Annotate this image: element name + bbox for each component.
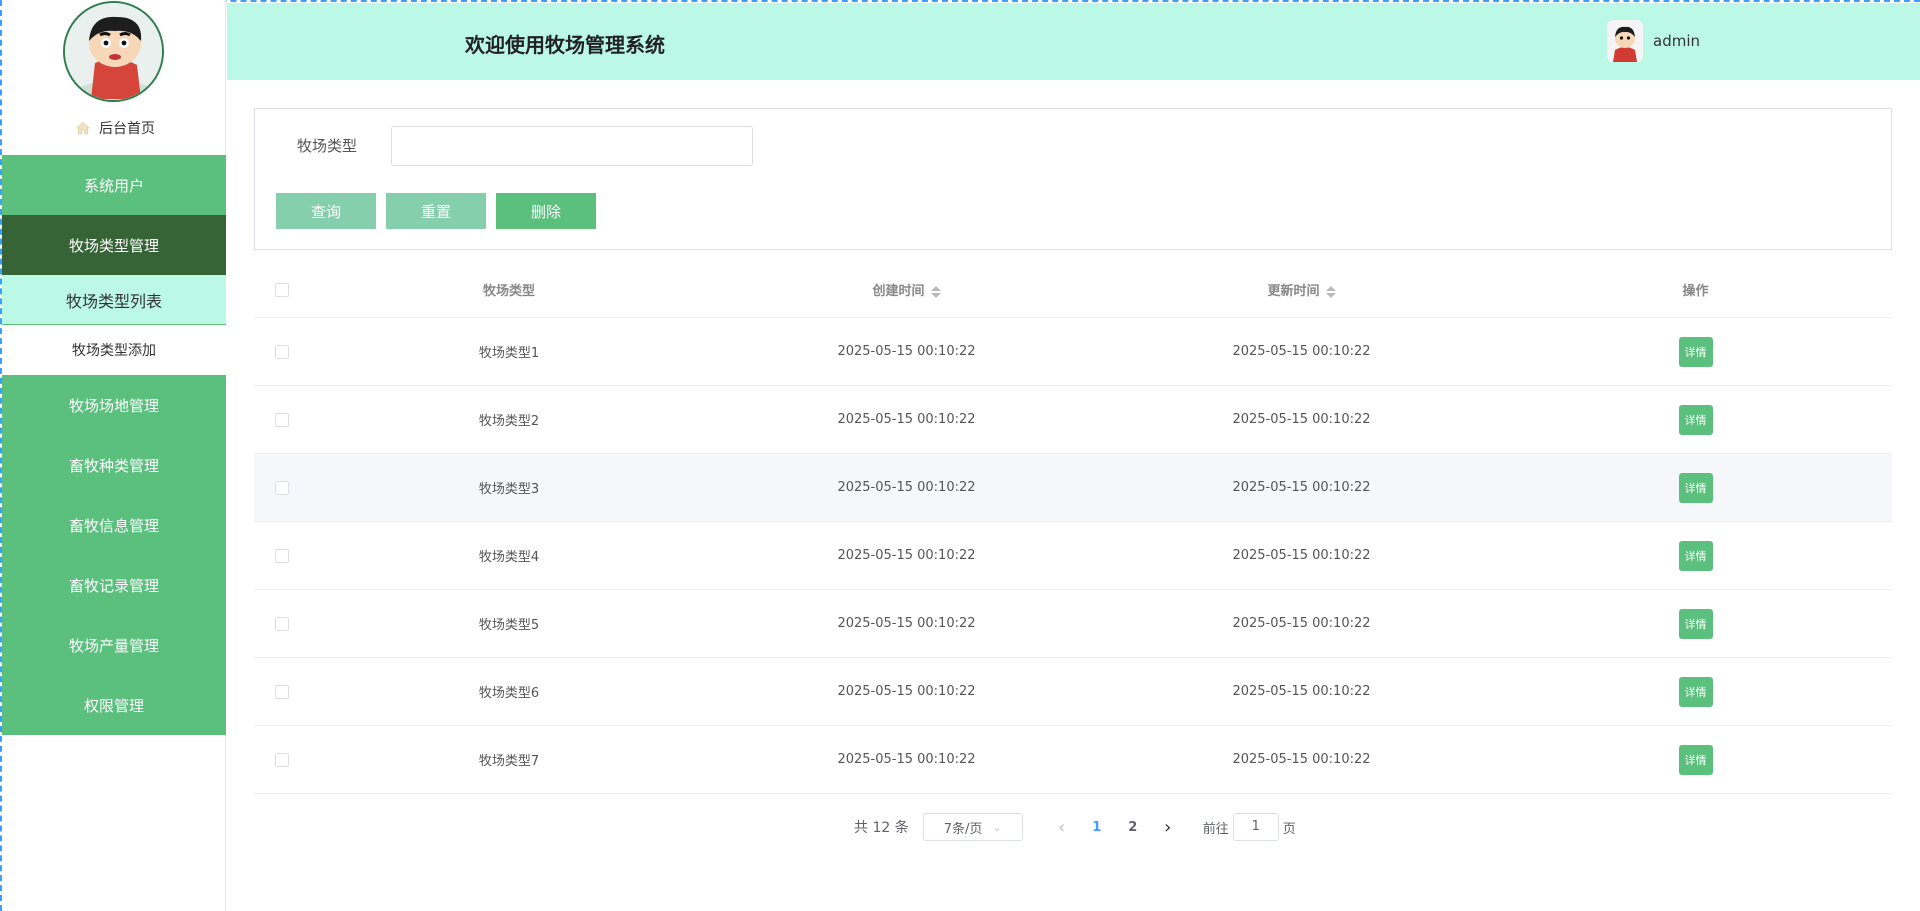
- table-row: 牧场类型6 2025-05-15 00:10:22 2025-05-15 00:…: [254, 658, 1892, 726]
- cell-type: 牧场类型3: [478, 482, 540, 497]
- row-checkbox[interactable]: [274, 344, 289, 359]
- pagination-total: 共 12 条: [854, 820, 909, 836]
- row-checkbox[interactable]: [274, 480, 289, 495]
- cell-created: 2025-05-15 00:10:22: [837, 752, 976, 767]
- detail-button[interactable]: 详情: [1678, 608, 1713, 639]
- cell-created: 2025-05-15 00:10:22: [837, 480, 976, 495]
- detail-button[interactable]: 详情: [1678, 336, 1713, 367]
- user-avatar: [1607, 20, 1643, 62]
- top-header: 欢迎使用牧场管理系统 admin: [227, 3, 1920, 80]
- table-row: 牧场类型1 2025-05-15 00:10:22 2025-05-15 00:…: [254, 318, 1892, 386]
- column-header-actions: 操作: [1682, 284, 1709, 299]
- column-header-updated[interactable]: 更新时间: [1104, 280, 1499, 299]
- select-all-checkbox[interactable]: [274, 282, 289, 297]
- cell-type: 牧场类型6: [478, 686, 540, 701]
- cell-updated: 2025-05-15 00:10:22: [1232, 412, 1371, 427]
- cell-updated: 2025-05-15 00:10:22: [1232, 548, 1371, 563]
- row-checkbox[interactable]: [274, 412, 289, 427]
- detail-button[interactable]: 详情: [1678, 472, 1713, 503]
- row-checkbox[interactable]: [274, 616, 289, 631]
- search-label: 牧场类型: [297, 137, 358, 155]
- page-number[interactable]: 1: [1079, 820, 1115, 835]
- detail-button[interactable]: 详情: [1678, 676, 1713, 707]
- pagination: 共 12 条 7条/页 ⌄ ‹ 1 2 › 前往 1 页: [854, 812, 1296, 842]
- username: admin: [1653, 32, 1700, 50]
- next-page-icon[interactable]: ›: [1151, 817, 1185, 838]
- cell-created: 2025-05-15 00:10:22: [837, 548, 976, 563]
- cell-type: 牧场类型7: [478, 754, 540, 769]
- cell-type: 牧场类型5: [478, 618, 540, 633]
- cell-type: 牧场类型1: [478, 346, 540, 361]
- sidebar-item-livestock-category-management[interactable]: 畜牧种类管理: [2, 435, 226, 495]
- sort-icon[interactable]: [930, 285, 941, 299]
- page-size-select[interactable]: 7条/页 ⌄: [922, 813, 1023, 841]
- cell-created: 2025-05-15 00:10:22: [837, 616, 976, 631]
- prev-page-icon[interactable]: ‹: [1045, 817, 1079, 838]
- cell-created: 2025-05-15 00:10:22: [837, 684, 976, 699]
- sidebar-item-livestock-info-management[interactable]: 畜牧信息管理: [2, 495, 226, 555]
- row-checkbox[interactable]: [274, 752, 289, 767]
- sidebar-subitem-ranch-type-add[interactable]: 牧场类型添加: [2, 325, 226, 375]
- page-jump: 前往 1 页: [1203, 813, 1296, 841]
- table-header: 牧场类型 创建时间 更新时间 操作: [254, 262, 1892, 318]
- ranch-type-search-input[interactable]: [391, 126, 753, 166]
- cell-updated: 2025-05-15 00:10:22: [1232, 684, 1371, 699]
- table-row: 牧场类型4 2025-05-15 00:10:22 2025-05-15 00:…: [254, 522, 1892, 590]
- sidebar-item-ranch-site-management[interactable]: 牧场场地管理: [2, 375, 226, 435]
- table-row: 牧场类型2 2025-05-15 00:10:22 2025-05-15 00:…: [254, 386, 1892, 454]
- table-row: 牧场类型3 2025-05-15 00:10:22 2025-05-15 00:…: [254, 454, 1892, 522]
- cell-type: 牧场类型2: [478, 414, 540, 429]
- sidebar-menu: 系统用户 牧场类型管理 牧场类型列表 牧场类型添加 牧场场地管理 畜牧种类管理 …: [2, 155, 226, 735]
- detail-button[interactable]: 详情: [1678, 744, 1713, 775]
- page-number[interactable]: 2: [1115, 820, 1151, 835]
- sidebar: 后台首页 系统用户 牧场类型管理 牧场类型列表 牧场类型添加 牧场场地管理 畜牧…: [0, 0, 226, 911]
- sidebar-item-system-users[interactable]: 系统用户: [2, 155, 226, 215]
- sidebar-item-livestock-record-management[interactable]: 畜牧记录管理: [2, 555, 226, 615]
- ranch-type-table: 牧场类型 创建时间 更新时间 操作 牧场类型1 2025-05-15 00:10…: [254, 262, 1892, 794]
- sidebar-item-ranch-output-management[interactable]: 牧场产量管理: [2, 615, 226, 675]
- home-icon: [75, 121, 91, 135]
- detail-button[interactable]: 详情: [1678, 404, 1713, 435]
- row-checkbox[interactable]: [274, 548, 289, 563]
- home-link[interactable]: 后台首页: [2, 117, 228, 139]
- home-label: 后台首页: [99, 121, 155, 137]
- row-checkbox[interactable]: [274, 684, 289, 699]
- cell-updated: 2025-05-15 00:10:22: [1232, 752, 1371, 767]
- sidebar-subitem-ranch-type-list[interactable]: 牧场类型列表: [2, 275, 226, 325]
- page-title: 欢迎使用牧场管理系统: [465, 33, 665, 57]
- user-menu[interactable]: admin: [1607, 20, 1700, 62]
- page-jump-input[interactable]: 1: [1232, 813, 1279, 841]
- cell-created: 2025-05-15 00:10:22: [837, 412, 976, 427]
- detail-button[interactable]: 详情: [1678, 540, 1713, 571]
- query-button[interactable]: 查询: [276, 193, 376, 229]
- cell-updated: 2025-05-15 00:10:22: [1232, 616, 1371, 631]
- cell-created: 2025-05-15 00:10:22: [837, 344, 976, 359]
- cell-updated: 2025-05-15 00:10:22: [1232, 480, 1371, 495]
- search-panel: 牧场类型 查询 重置 删除: [254, 108, 1892, 250]
- column-header-created[interactable]: 创建时间: [709, 280, 1104, 299]
- cell-type: 牧场类型4: [478, 550, 540, 565]
- sidebar-item-ranch-type-management[interactable]: 牧场类型管理: [2, 215, 226, 275]
- column-header-type: 牧场类型: [482, 284, 535, 299]
- sort-icon[interactable]: [1325, 285, 1336, 299]
- reset-button[interactable]: 重置: [386, 193, 486, 229]
- sidebar-avatar: [63, 1, 164, 102]
- chevron-down-icon: ⌄: [992, 820, 1002, 834]
- delete-button[interactable]: 删除: [496, 193, 596, 229]
- cell-updated: 2025-05-15 00:10:22: [1232, 344, 1371, 359]
- sidebar-item-permission-management[interactable]: 权限管理: [2, 675, 226, 735]
- table-row: 牧场类型5 2025-05-15 00:10:22 2025-05-15 00:…: [254, 590, 1892, 658]
- table-row: 牧场类型7 2025-05-15 00:10:22 2025-05-15 00:…: [254, 726, 1892, 794]
